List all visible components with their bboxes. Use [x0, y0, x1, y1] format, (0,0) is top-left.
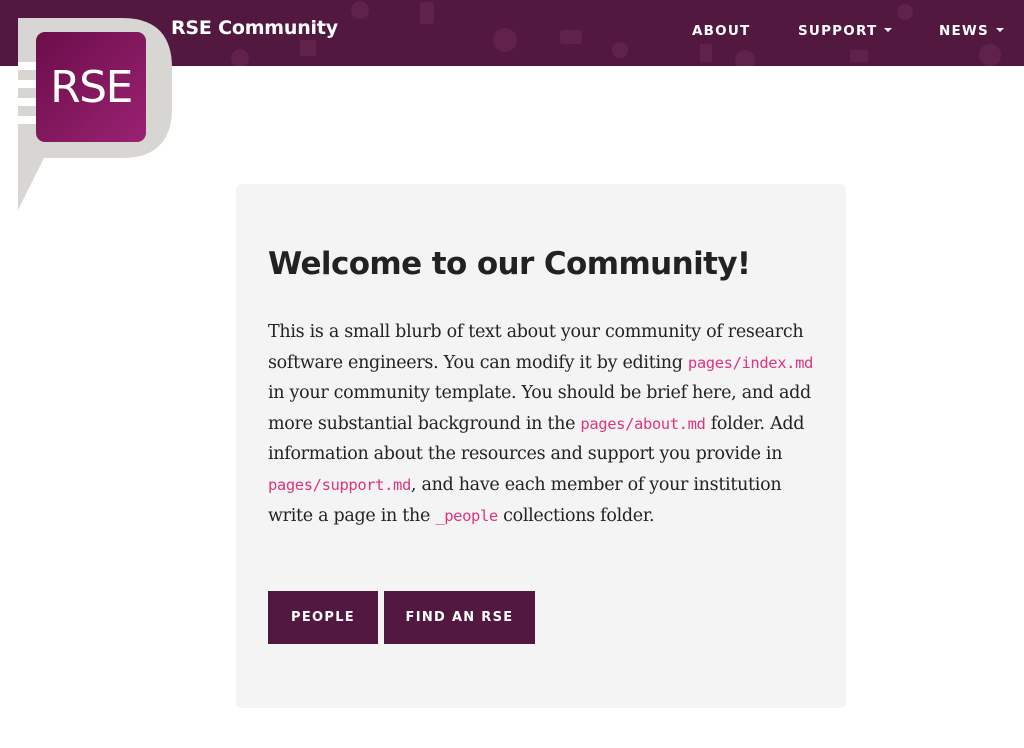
nav-news-label: NEWS	[939, 23, 989, 39]
people-button[interactable]: PEOPLE	[268, 591, 378, 644]
caret-down-icon	[884, 28, 893, 32]
nav-news-dropdown[interactable]: NEWS	[939, 23, 1004, 39]
caret-down-icon	[995, 28, 1004, 32]
intro-text: collections folder.	[497, 505, 655, 526]
page-title: Welcome to our Community!	[268, 246, 751, 282]
site-title[interactable]: RSE Community	[171, 17, 338, 39]
code-about-md: pages/about.md	[580, 414, 706, 433]
find-an-rse-button[interactable]: FIND AN RSE	[384, 591, 535, 644]
code-index-md: pages/index.md	[687, 353, 813, 372]
logo-text: RSE	[50, 61, 133, 113]
intro-paragraph: This is a small blurb of text about your…	[268, 317, 816, 531]
site-logo[interactable]: RSE	[18, 18, 174, 212]
code-support-md: pages/support.md	[268, 475, 411, 494]
nav-support-dropdown[interactable]: SUPPORT	[798, 23, 893, 39]
nav-about[interactable]: ABOUT	[692, 23, 750, 39]
welcome-jumbotron: Welcome to our Community! This is a smal…	[236, 184, 846, 708]
nav-about-label: ABOUT	[692, 23, 751, 39]
nav-support-label: SUPPORT	[798, 23, 878, 39]
code-people: _people	[435, 506, 498, 525]
